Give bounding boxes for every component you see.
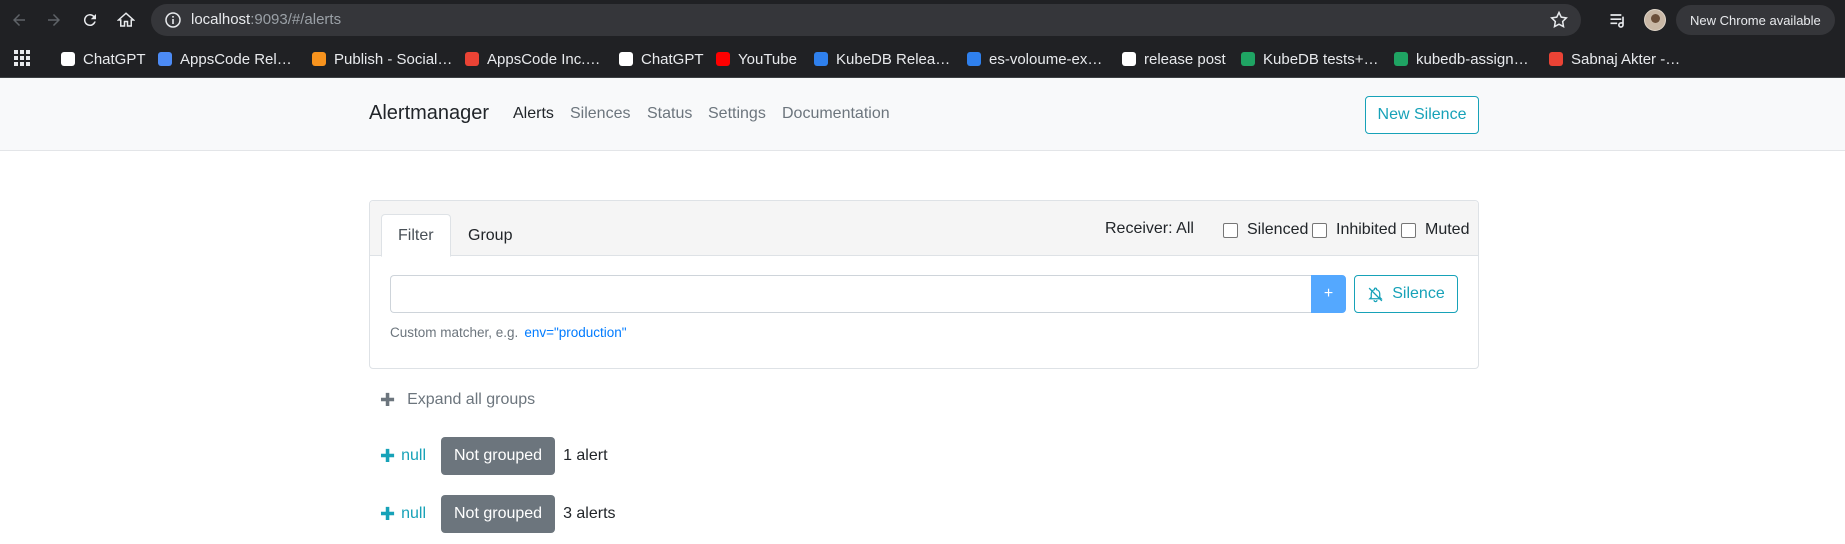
- canva-icon: [814, 52, 828, 66]
- bookmark-item[interactable]: AppsCode Rel…: [158, 48, 292, 70]
- bookmark-item[interactable]: ChatGPT: [61, 48, 146, 70]
- bookmarks-bar: ChatGPT AppsCode Rel… Publish - Social… App…: [0, 40, 1845, 78]
- github-icon: [1122, 52, 1136, 66]
- brand-title[interactable]: Alertmanager: [369, 102, 489, 125]
- nav-status[interactable]: Status: [647, 105, 692, 123]
- bookmark-label: kubedb-assign…: [1416, 50, 1529, 68]
- nav-documentation[interactable]: Documentation: [782, 105, 890, 123]
- canva-icon: [967, 52, 981, 66]
- matcher-hint: Custom matcher, e.g. env="production": [390, 325, 627, 340]
- reading-list-icon[interactable]: [1608, 10, 1628, 30]
- youtube-icon: [716, 52, 730, 66]
- address-bar[interactable]: localhost:9093/#/alerts: [151, 4, 1581, 36]
- checkbox-box[interactable]: [1401, 222, 1416, 238]
- hint-example-link[interactable]: env="production": [524, 325, 626, 340]
- profile-avatar[interactable]: [1644, 9, 1666, 31]
- inhibited-checkbox[interactable]: Inhibited: [1312, 221, 1397, 239]
- new-silence-button[interactable]: New Silence: [1365, 96, 1479, 134]
- plus-icon: ✚: [380, 504, 396, 524]
- home-icon[interactable]: [114, 8, 138, 32]
- checkbox-box[interactable]: [1223, 222, 1238, 238]
- group-name: null: [401, 447, 426, 464]
- bookmark-label: AppsCode Rel…: [180, 50, 292, 68]
- expand-all-groups[interactable]: ✚ Expand all groups: [380, 391, 535, 409]
- bookmark-label: release post: [1144, 50, 1226, 68]
- bookmark-item[interactable]: KubeDB Relea…: [814, 48, 950, 70]
- nav-settings[interactable]: Settings: [708, 105, 766, 123]
- inhibited-label: Inhibited: [1336, 221, 1397, 238]
- tab-group[interactable]: Group: [452, 214, 528, 257]
- filter-matcher-input[interactable]: [390, 275, 1311, 313]
- apps-grid-icon[interactable]: [14, 50, 30, 66]
- group-name: null: [401, 505, 426, 522]
- tab-filter[interactable]: Filter: [381, 214, 451, 257]
- nav-alerts[interactable]: Alerts: [513, 105, 554, 123]
- filter-card: Filter Group Receiver: All Silenced Inhi…: [369, 200, 1479, 369]
- bookmark-item[interactable]: Publish - Social…: [312, 48, 452, 70]
- bookmark-label: YouTube: [738, 50, 797, 68]
- bookmark-label: es-voloume-ex…: [989, 50, 1103, 68]
- receiver-select[interactable]: Receiver: All: [1105, 220, 1194, 238]
- forward-icon[interactable]: [42, 8, 66, 32]
- silence-label: Silence: [1392, 285, 1445, 302]
- silence-button[interactable]: Silence: [1354, 275, 1458, 313]
- muted-checkbox[interactable]: Muted: [1401, 221, 1469, 239]
- publish-icon: [312, 52, 326, 66]
- not-grouped-badge: Not grouped: [441, 495, 556, 533]
- not-grouped-badge: Not grouped: [441, 437, 556, 475]
- gmail-icon: [1549, 52, 1563, 66]
- bookmark-item[interactable]: KubeDB tests+…: [1241, 48, 1378, 70]
- site-info-icon[interactable]: [165, 12, 181, 28]
- bookmark-item[interactable]: Sabnaj Akter -…: [1549, 48, 1680, 70]
- bookmark-label: Sabnaj Akter -…: [1571, 50, 1681, 68]
- bookmark-label: ChatGPT: [83, 50, 146, 68]
- sheets-icon: [1394, 52, 1408, 66]
- bookmark-item[interactable]: YouTube: [716, 48, 797, 70]
- alertmanager-navbar: Alertmanager Alerts Silences Status Sett…: [0, 78, 1845, 151]
- muted-label: Muted: [1425, 221, 1470, 238]
- bookmark-item[interactable]: es-voloume-ex…: [967, 48, 1102, 70]
- back-icon[interactable]: [7, 8, 31, 32]
- nav-silences[interactable]: Silences: [570, 105, 630, 123]
- bookmark-item[interactable]: AppsCode Inc.…: [465, 48, 600, 70]
- checkbox-box[interactable]: [1312, 222, 1327, 238]
- expand-all-label: Expand all groups: [407, 391, 536, 408]
- gmail-icon: [465, 52, 479, 66]
- alert-group-row: ✚ null Not grouped 3 alerts: [380, 495, 616, 533]
- alert-group-row: ✚ null Not grouped 1 alert: [380, 437, 608, 475]
- group-toggle[interactable]: ✚ null: [380, 505, 426, 523]
- alert-count: 1 alert: [563, 447, 608, 464]
- chrome-update-button[interactable]: New Chrome available: [1676, 5, 1835, 35]
- bookmark-item[interactable]: release post: [1122, 48, 1226, 70]
- bookmark-label: ChatGPT: [641, 50, 704, 68]
- plus-icon: ✚: [380, 446, 396, 466]
- group-toggle[interactable]: ✚ null: [380, 447, 426, 465]
- bookmark-star-icon[interactable]: [1549, 10, 1569, 30]
- bookmark-label: KubeDB tests+…: [1263, 50, 1379, 68]
- bookmark-item[interactable]: ChatGPT: [619, 48, 704, 70]
- alert-count: 3 alerts: [563, 505, 616, 522]
- filter-card-header: Filter Group Receiver: All Silenced Inhi…: [370, 201, 1478, 257]
- reload-icon[interactable]: [78, 8, 102, 32]
- bookmark-item[interactable]: kubedb-assign…: [1394, 48, 1529, 70]
- url-text: localhost:9093/#/alerts: [191, 11, 342, 28]
- silenced-checkbox[interactable]: Silenced: [1223, 221, 1308, 239]
- bell-slash-icon: [1368, 286, 1383, 302]
- plus-icon: ✚: [380, 390, 396, 410]
- bookmark-label: KubeDB Relea…: [836, 50, 951, 68]
- sheets-icon: [1241, 52, 1255, 66]
- people-icon: [158, 52, 172, 66]
- browser-toolbar: localhost:9093/#/alerts New Chrome avail…: [0, 0, 1845, 40]
- chatgpt-icon: [619, 52, 633, 66]
- add-matcher-button[interactable]: +: [1311, 275, 1346, 313]
- hint-text: Custom matcher, e.g.: [390, 325, 519, 340]
- bookmark-label: Publish - Social…: [334, 50, 453, 68]
- chatgpt-icon: [61, 52, 75, 66]
- bookmark-label: AppsCode Inc.…: [487, 50, 601, 68]
- silenced-label: Silenced: [1247, 221, 1309, 238]
